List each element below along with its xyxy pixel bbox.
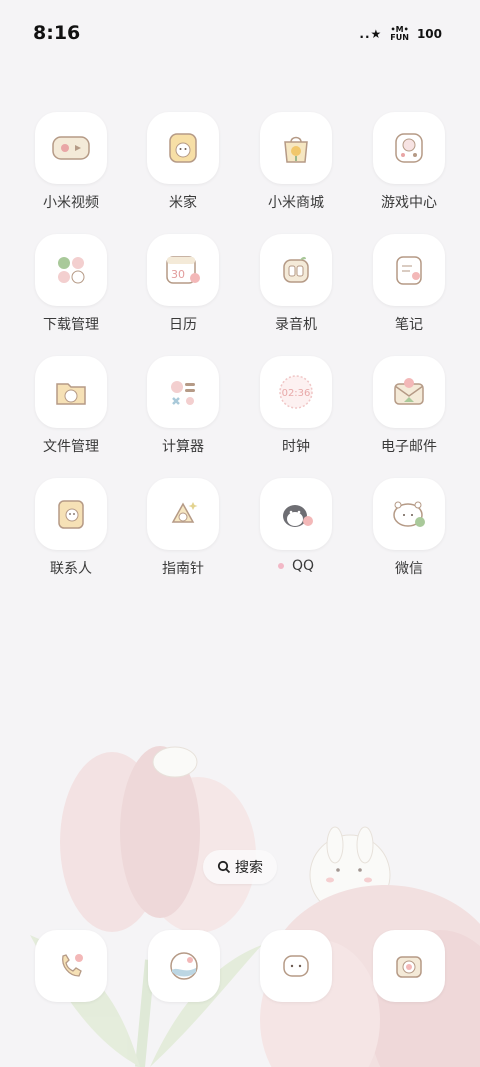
calendar-date: 30 <box>171 268 185 281</box>
app-label: 文件管理 <box>43 439 99 455</box>
app-label: 下载管理 <box>43 317 99 333</box>
app-game-center[interactable]: 游戏中心 <box>353 112 465 212</box>
battery-level: 100 <box>416 27 442 41</box>
home-bear-icon[interactable] <box>147 112 219 184</box>
fun-badge-icon: •M• FUN <box>390 26 409 42</box>
recorder-icon[interactable] <box>260 234 332 306</box>
status-icons: ..★ •M• FUN 100 <box>359 26 442 42</box>
app-label: 小米视频 <box>43 195 99 211</box>
app-mi-store[interactable]: 小米商城 <box>240 112 352 212</box>
app-label: 电子邮件 <box>381 439 437 455</box>
phone-icon[interactable] <box>35 930 107 1002</box>
mail-icon[interactable] <box>373 356 445 428</box>
app-calendar[interactable]: 30 日历 <box>127 234 239 334</box>
app-label: 录音机 <box>275 317 317 333</box>
calendar-icon[interactable]: 30 <box>147 234 219 306</box>
tulip-bunny-wallpaper <box>30 746 480 1067</box>
fun-badge-bottom: FUN <box>390 33 409 42</box>
app-calculator[interactable]: 计算器 <box>127 356 239 456</box>
app-label: 米家 <box>169 195 197 211</box>
download-icon[interactable] <box>35 234 107 306</box>
app-label: 游戏中心 <box>381 195 437 211</box>
app-label: 计算器 <box>162 439 204 455</box>
video-icon[interactable] <box>35 112 107 184</box>
folder-icon[interactable] <box>35 356 107 428</box>
notes-icon[interactable] <box>373 234 445 306</box>
app-label: QQ <box>240 558 352 574</box>
game-controller-icon[interactable] <box>373 112 445 184</box>
app-label: 联系人 <box>50 561 92 577</box>
contacts-icon[interactable] <box>35 478 107 550</box>
compass-icon[interactable] <box>147 478 219 550</box>
search-button[interactable]: 搜索 <box>203 850 277 884</box>
new-install-dot <box>277 563 284 569</box>
app-clock[interactable]: 02:36 时钟 <box>240 356 352 456</box>
clock-time: 02:36 <box>282 388 311 399</box>
app-label-text: QQ <box>291 558 315 574</box>
messages-icon[interactable] <box>260 930 332 1002</box>
signal-icon: ..★ <box>359 27 383 41</box>
status-time: 8:16 <box>33 22 81 44</box>
app-label: 笔记 <box>395 317 423 333</box>
browser-icon[interactable] <box>148 930 220 1002</box>
search-label: 搜索 <box>235 860 263 876</box>
wechat-bear-icon[interactable] <box>373 478 445 550</box>
app-label: 时钟 <box>282 439 310 455</box>
qq-penguin-icon[interactable] <box>260 478 332 550</box>
search-icon <box>217 860 231 874</box>
app-download-manager[interactable]: 下载管理 <box>15 234 127 334</box>
app-contacts[interactable]: 联系人 <box>15 478 127 578</box>
status-bar: 8:16 ..★ •M• FUN 100 <box>0 0 480 70</box>
app-qq[interactable]: QQ <box>240 478 352 574</box>
app-label: 小米商城 <box>268 195 324 211</box>
app-label: 微信 <box>395 561 423 577</box>
app-notes[interactable]: 笔记 <box>353 234 465 334</box>
shopping-bag-icon[interactable] <box>260 112 332 184</box>
app-mijia[interactable]: 米家 <box>127 112 239 212</box>
camera-icon[interactable] <box>373 930 445 1002</box>
calculator-icon[interactable] <box>147 356 219 428</box>
app-label: 指南针 <box>162 561 204 577</box>
app-email[interactable]: 电子邮件 <box>353 356 465 456</box>
app-compass[interactable]: 指南针 <box>127 478 239 578</box>
app-wechat[interactable]: 微信 <box>353 478 465 578</box>
app-label: 日历 <box>169 317 197 333</box>
app-file-manager[interactable]: 文件管理 <box>15 356 127 456</box>
app-recorder[interactable]: 录音机 <box>240 234 352 334</box>
app-mi-video[interactable]: 小米视频 <box>15 112 127 212</box>
clock-icon[interactable]: 02:36 <box>260 356 332 428</box>
